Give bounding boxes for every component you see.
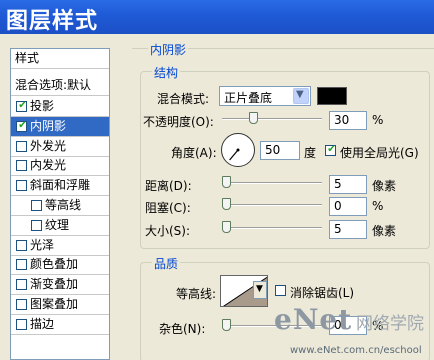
sidebar-item-label: 外发光 — [30, 139, 67, 153]
sidebar-item-label: 图案叠加 — [30, 297, 79, 311]
angle-label: 角度(A): — [171, 146, 217, 160]
opacity-slider[interactable] — [222, 111, 322, 127]
sidebar-header-styles[interactable]: 样式 — [11, 49, 109, 69]
sidebar-item[interactable]: 斜面和浮雕 — [11, 176, 109, 196]
sidebar-item-checkbox[interactable] — [16, 279, 27, 290]
blend-mode-select[interactable]: 正片叠底 ▼ — [219, 86, 311, 106]
slider-thumb[interactable] — [222, 221, 231, 233]
opacity-unit: % — [372, 113, 384, 127]
slider-thumb[interactable] — [222, 319, 231, 331]
sidebar-item[interactable]: ✔ 内阴影 — [11, 117, 109, 137]
angle-needle-icon — [229, 148, 240, 161]
angle-unit: 度 — [304, 146, 317, 160]
styles-sidebar: 样式 混合选项:默认 ✔ 投影 ✔ 内阴影 外发光 内发光 斜面和浮雕 等高线 纹理 光泽 颜色叠加… — [10, 48, 110, 360]
opacity-input[interactable]: 30 — [329, 111, 367, 130]
sidebar-item-checkbox[interactable] — [16, 141, 27, 152]
global-light-checkbox[interactable]: ✔ — [325, 144, 336, 156]
check-icon: ✔ — [18, 100, 27, 111]
slider-track — [222, 227, 322, 229]
chevron-down-icon: ▼ — [293, 88, 309, 104]
sidebar-item[interactable]: ✔ 投影 — [11, 97, 109, 117]
angle-input[interactable]: 50 — [260, 141, 300, 160]
sidebar-header-label: 样式 — [15, 51, 40, 65]
slider-thumb[interactable] — [222, 198, 231, 210]
sidebar-item-label: 纹理 — [45, 218, 70, 232]
title-bar: 图层样式 — [0, 0, 434, 34]
sidebar-item-checkbox[interactable] — [31, 220, 42, 231]
sidebar-item-checkbox[interactable] — [16, 160, 27, 171]
choke-input[interactable]: 0 — [329, 197, 367, 216]
sidebar-item-label: 渐变叠加 — [30, 277, 79, 291]
sidebar-item-checkbox[interactable]: ✔ — [16, 100, 27, 112]
sidebar-item-checkbox[interactable] — [16, 299, 27, 310]
sidebar-item-blend-options[interactable]: 混合选项:默认 — [11, 76, 109, 96]
sidebar-item-label: 内发光 — [30, 158, 67, 172]
sidebar-item-label: 颜色叠加 — [30, 257, 79, 271]
size-label: 大小(S): — [145, 224, 191, 238]
choke-slider[interactable] — [222, 197, 322, 213]
size-unit: 像素 — [372, 224, 397, 238]
sidebar-item-checkbox[interactable] — [16, 319, 27, 330]
anti-alias-label: 消除锯齿(L) — [290, 286, 355, 300]
watermark-chinese: 网络学院 — [355, 314, 424, 334]
sidebar-item[interactable]: 描边 — [11, 315, 109, 335]
distance-slider[interactable] — [222, 175, 322, 191]
sidebar-item-checkbox[interactable] — [31, 200, 42, 211]
section-title-quality: 品质 — [152, 255, 181, 272]
section-title-inner-shadow: 内阴影 — [148, 41, 189, 58]
angle-dial[interactable] — [221, 133, 255, 167]
watermark: eNet 网络学院 — [274, 303, 424, 336]
noise-label: 杂色(N): — [159, 322, 206, 336]
blend-mode-value: 正片叠底 — [224, 91, 273, 105]
size-input[interactable]: 5 — [329, 220, 367, 239]
sidebar-item[interactable]: 颜色叠加 — [11, 255, 109, 275]
check-icon: ✔ — [327, 144, 336, 155]
contour-dropdown-button[interactable]: ▼ — [253, 281, 267, 299]
sidebar-item[interactable]: 等高线 — [11, 196, 109, 216]
sidebar-item[interactable]: 内发光 — [11, 156, 109, 176]
sidebar-item[interactable]: 外发光 — [11, 137, 109, 157]
sidebar-item-label: 等高线 — [45, 198, 82, 212]
blend-mode-label: 混合模式: — [157, 92, 210, 106]
global-light-label: 使用全局光(G) — [340, 146, 419, 160]
slider-track — [222, 182, 322, 184]
sidebar-item-label: 混合选项:默认 — [15, 78, 92, 92]
shadow-color-swatch[interactable] — [317, 87, 347, 105]
sidebar-item-label: 投影 — [30, 99, 55, 113]
window-title: 图层样式 — [6, 9, 99, 34]
sidebar-item[interactable]: 光泽 — [11, 236, 109, 256]
sidebar-item[interactable]: 图案叠加 — [11, 295, 109, 315]
sidebar-item-label: 描边 — [30, 317, 55, 331]
slider-thumb[interactable] — [249, 112, 258, 124]
opacity-label: 不透明度(O): — [143, 115, 214, 129]
chevron-down-icon: ▼ — [256, 284, 263, 294]
sidebar-item-checkbox[interactable] — [16, 259, 27, 270]
watermark-url: www.eNet.com.cn/eschool — [290, 345, 422, 356]
check-icon: ✔ — [18, 120, 27, 131]
sidebar-item-label: 斜面和浮雕 — [30, 178, 91, 192]
size-slider[interactable] — [222, 220, 322, 236]
sidebar-item-label: 内阴影 — [30, 119, 67, 133]
contour-label: 等高线: — [176, 287, 217, 301]
distance-input[interactable]: 5 — [329, 175, 367, 194]
distance-label: 距离(D): — [145, 179, 192, 193]
distance-unit: 像素 — [372, 179, 397, 193]
sidebar-item-checkbox[interactable]: ✔ — [16, 120, 27, 132]
sidebar-item-label: 光泽 — [30, 238, 55, 252]
sidebar-item[interactable]: 渐变叠加 — [11, 275, 109, 295]
slider-thumb[interactable] — [222, 176, 231, 188]
sidebar-item[interactable]: 纹理 — [11, 216, 109, 236]
anti-alias-checkbox[interactable] — [275, 285, 286, 296]
watermark-logo: eNet — [274, 303, 353, 336]
choke-label: 阻塞(C): — [145, 201, 191, 215]
section-title-structure: 结构 — [152, 64, 181, 81]
sidebar-item-checkbox[interactable] — [16, 180, 27, 191]
slider-track — [222, 118, 322, 120]
choke-unit: % — [372, 199, 384, 213]
sidebar-item-checkbox[interactable] — [16, 240, 27, 251]
slider-track — [222, 204, 322, 206]
